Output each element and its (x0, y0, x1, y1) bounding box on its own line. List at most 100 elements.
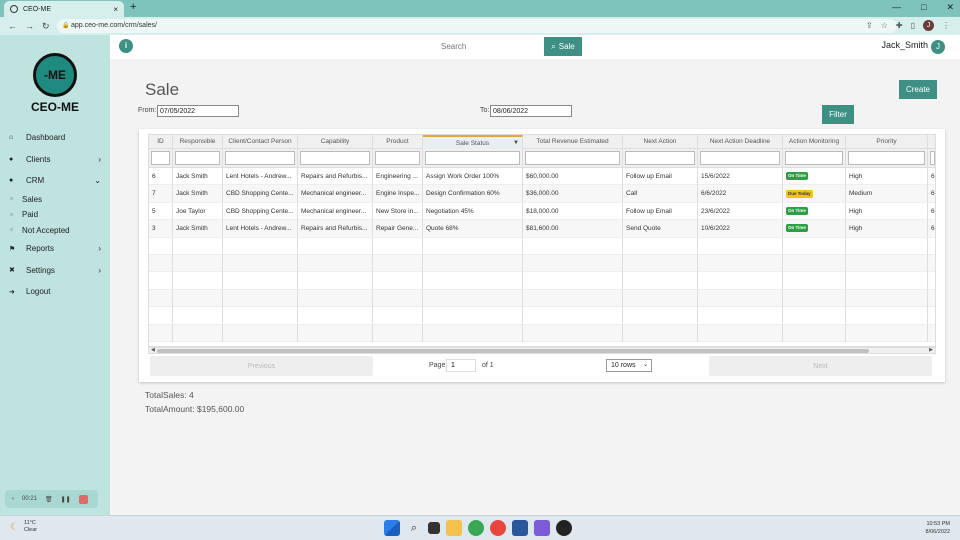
forward-icon[interactable]: → (25, 21, 34, 31)
chevron-left-icon[interactable]: ‹ (12, 496, 14, 502)
table-cell: 7 (149, 185, 173, 203)
table-row[interactable]: 7 Jack Smith CBD Shopping Cente... Mechanic… (149, 185, 935, 203)
column-filter-input[interactable] (151, 151, 170, 165)
table-cell (373, 272, 423, 290)
column-header[interactable]: Priority (846, 135, 928, 149)
sidebar-item-not-accepted[interactable]: ○ Not Accepted (8, 223, 110, 239)
sidebar-item-crm[interactable]: ● CRM ⌄ (0, 170, 110, 192)
column-header[interactable]: Capability (298, 135, 373, 149)
url-bar[interactable]: 🔒 app.ceo-me.com/crm/sales/ (57, 19, 897, 33)
column-header[interactable]: Sale Status ▼ (423, 135, 523, 149)
scrollbar-thumb[interactable] (157, 349, 869, 353)
pause-icon[interactable]: ❚❚ (61, 496, 71, 503)
column-filter-input[interactable] (930, 151, 935, 165)
table-row[interactable]: 6 Jack Smith Lent Hotels - Andrew... Repair… (149, 168, 935, 186)
column-filter-input[interactable] (300, 151, 370, 165)
sidebar-item-reports[interactable]: ⚑ Reports › (0, 238, 110, 260)
sidebar-item-paid[interactable]: ○ Paid (8, 207, 110, 223)
column-filter-input[interactable] (525, 151, 620, 165)
weather-widget[interactable]: ☾ 11°C Clear (10, 520, 37, 534)
column-header[interactable]: Next Action (623, 135, 698, 149)
column-header[interactable]: Total Revenue Estimated (523, 135, 623, 149)
word-icon[interactable] (512, 520, 528, 536)
column-header[interactable]: Action Monitoring (783, 135, 846, 149)
page-number-input[interactable] (446, 359, 476, 372)
next-button[interactable]: Next (709, 356, 932, 376)
column-header[interactable]: Responsible (173, 135, 223, 149)
chrome-profile-icon[interactable] (490, 520, 506, 536)
username[interactable]: Jack_Smith (881, 40, 928, 50)
table-cell: Assign Work Order 100% (423, 168, 523, 185)
chrome-icon[interactable] (468, 520, 484, 536)
column-filter-input[interactable] (175, 151, 220, 165)
column-filter-input[interactable] (848, 151, 925, 165)
search-button[interactable]: ⌕ Sale (544, 37, 582, 56)
table-cell (149, 307, 173, 325)
from-date-input[interactable] (157, 105, 239, 117)
app-icon[interactable] (534, 520, 550, 536)
info-icon[interactable]: i (119, 39, 133, 53)
table-row[interactable]: 3 Jack Smith Lent Hotels - Andrew... Repair… (149, 220, 935, 238)
table-cell (928, 272, 935, 289)
user-avatar[interactable]: J (931, 40, 945, 54)
logo-icon[interactable]: -ME (33, 53, 77, 97)
sidebar-item-dashboard[interactable]: ⌂ Dashboard (0, 127, 110, 149)
new-tab-button[interactable]: + (130, 1, 136, 13)
maximize-button[interactable]: □ (921, 2, 926, 13)
column-filter-input[interactable] (225, 151, 295, 165)
search-button-label: Sale (558, 42, 575, 51)
sidebar-item-clients[interactable]: ● Clients › (0, 149, 110, 171)
sidebar-item-sales[interactable]: ○ Sales (8, 192, 110, 208)
column-header[interactable]: ID (149, 135, 173, 149)
create-button[interactable]: Create (899, 80, 937, 99)
previous-button[interactable]: Previous (150, 356, 373, 376)
share-icon[interactable]: ⇪ (866, 21, 873, 30)
minimize-button[interactable]: — (892, 2, 901, 13)
filter-button[interactable]: Filter (822, 105, 854, 124)
column-header[interactable]: Client/Contact Person (223, 135, 298, 149)
task-view-icon[interactable] (428, 522, 440, 534)
column-header[interactable] (928, 135, 935, 149)
column-filter-input[interactable] (700, 151, 780, 165)
reload-icon[interactable]: ↻ (42, 21, 50, 32)
stop-icon[interactable] (78, 494, 88, 504)
sidebar-item-logout[interactable]: ➜ Logout (0, 281, 110, 303)
column-filter-input[interactable] (625, 151, 695, 165)
file-explorer-icon[interactable] (446, 520, 462, 536)
back-icon[interactable]: ← (8, 21, 17, 31)
cell-value: 6 (931, 207, 935, 215)
column-header[interactable]: Next Action Deadline (698, 135, 783, 149)
extensions-icon[interactable]: ✚ (896, 21, 903, 30)
scroll-right-icon[interactable]: ▶ (929, 347, 933, 353)
sort-dropdown-icon[interactable]: ▼ (513, 137, 519, 149)
rows-per-page-select[interactable]: 10 rows ⌄ (606, 359, 652, 372)
table-cell (783, 272, 846, 290)
column-filter-input[interactable] (375, 151, 420, 165)
column-filter-input[interactable] (785, 151, 843, 165)
browser-tab[interactable]: CEO-ME × (4, 1, 124, 17)
table-cell: Repair Gene... (373, 220, 423, 238)
column-header[interactable]: Product (373, 135, 423, 149)
table-cell (523, 307, 623, 325)
menu-icon[interactable]: ⋮ (942, 21, 950, 30)
sidebar-item-label: Clients (26, 154, 51, 164)
column-filter-input[interactable] (425, 151, 520, 165)
profile-avatar[interactable]: J (923, 20, 934, 31)
table-cell: CBD Shopping Cente... (223, 202, 298, 220)
windows-start-icon[interactable] (384, 520, 400, 536)
horizontal-scrollbar[interactable]: ◀ ▶ (148, 347, 936, 354)
search-input[interactable] (436, 37, 544, 56)
table-row[interactable]: 5 Joe Taylor CBD Shopping Cente... Mechanic… (149, 202, 935, 221)
scroll-left-icon[interactable]: ◀ (151, 347, 155, 353)
to-date-input[interactable] (490, 105, 572, 117)
search-taskbar-icon[interactable]: ⌕ (406, 520, 422, 536)
system-clock[interactable]: 10:53 PM 8/06/2022 (926, 520, 950, 536)
tab-close-icon[interactable]: × (113, 5, 118, 14)
media-player-icon[interactable] (556, 520, 572, 536)
trash-icon[interactable]: 🗑 (45, 496, 53, 503)
sidebar-item-settings[interactable]: ✖ Settings › (0, 260, 110, 282)
table-cell: 6 (928, 203, 935, 220)
sidepanel-icon[interactable]: ▯ (911, 21, 915, 30)
window-close-button[interactable]: ✕ (946, 2, 954, 13)
star-icon[interactable]: ☆ (881, 21, 888, 30)
